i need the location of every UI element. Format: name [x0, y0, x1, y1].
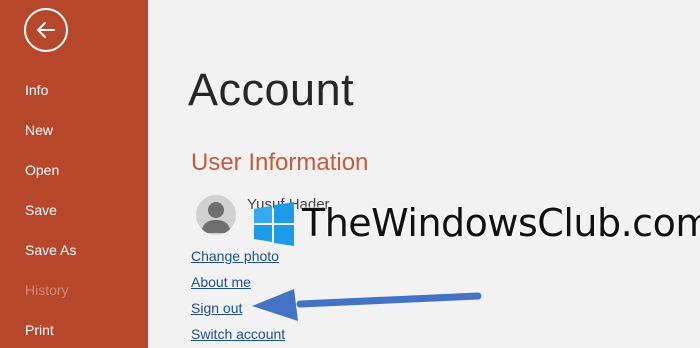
- nav-new[interactable]: New: [0, 113, 148, 147]
- back-button[interactable]: [24, 8, 68, 52]
- nav-history: History: [25, 282, 69, 298]
- about-me-link[interactable]: About me: [191, 273, 251, 291]
- account-backstage: Info New Open Save Save As History Print…: [0, 0, 700, 348]
- back-arrow-icon: [37, 22, 55, 38]
- watermark-text: TheWindowsClub.com: [302, 201, 700, 245]
- site-watermark: TheWindowsClub.com: [250, 198, 700, 248]
- switch-account-link[interactable]: Switch account: [191, 325, 285, 343]
- user-information-heading: User Information: [191, 149, 369, 176]
- account-main: Account User Information Yusuf Hader The…: [148, 0, 700, 348]
- page-title: Account: [188, 64, 355, 115]
- nav-print[interactable]: Print: [0, 313, 148, 347]
- nav-save-as[interactable]: Save As: [0, 233, 148, 267]
- windows-logo-icon: [254, 202, 294, 246]
- nav-save[interactable]: Save: [0, 193, 148, 227]
- user-avatar-icon: [196, 195, 236, 235]
- backstage-sidebar: Info New Open Save Save As History Print: [0, 0, 148, 348]
- change-photo-link[interactable]: Change photo: [191, 247, 279, 265]
- nav-open[interactable]: Open: [0, 153, 148, 187]
- nav-info[interactable]: Info: [0, 73, 148, 107]
- sign-out-link[interactable]: Sign out: [191, 299, 242, 317]
